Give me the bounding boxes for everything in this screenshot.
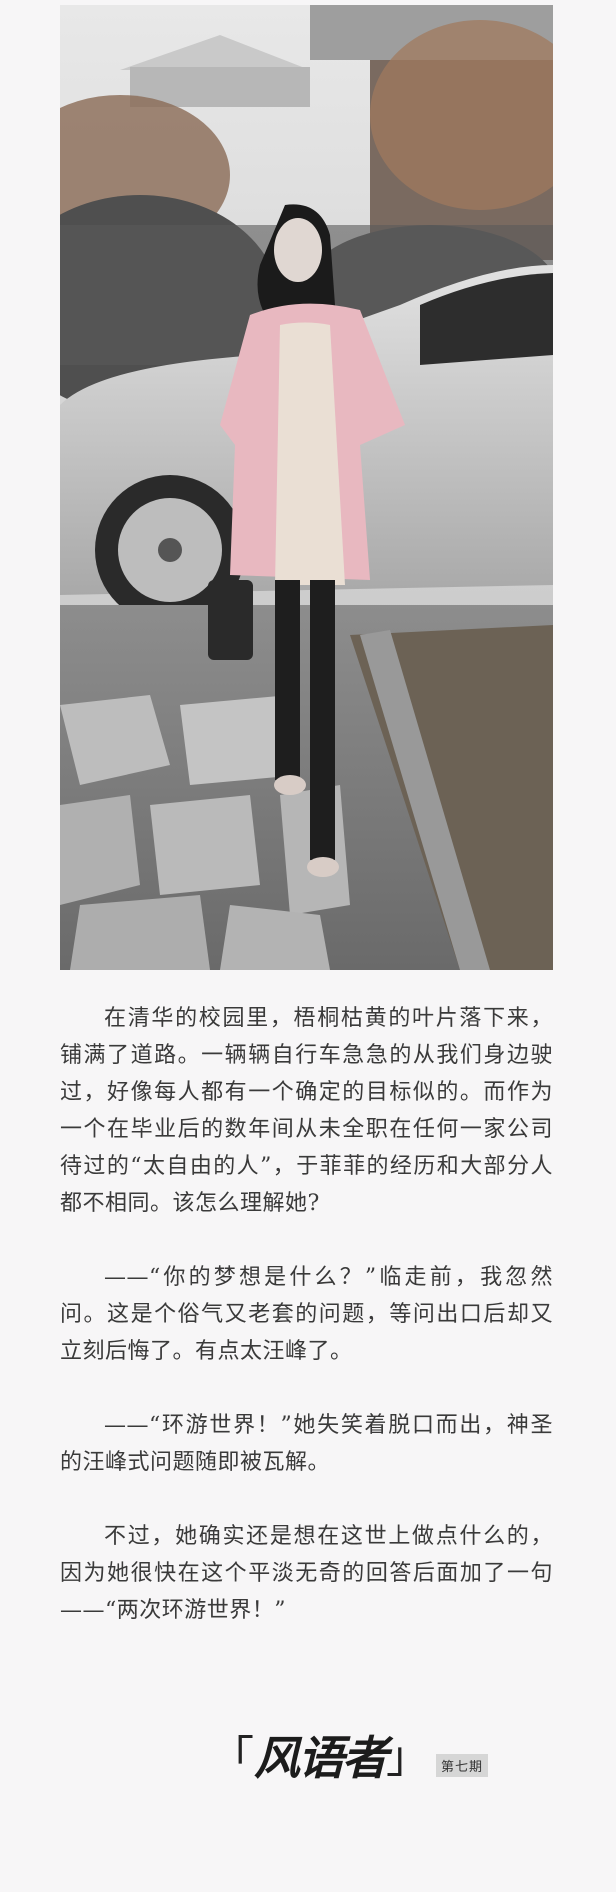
article-body: 在清华的校园里，梧桐枯黄的叶片落下来，铺满了道路。一辆辆自行车急急的从我们身边驶…: [60, 1000, 553, 1666]
issue-badge: 第七期: [436, 1753, 489, 1777]
cover-photo: [60, 5, 553, 970]
logo-bracket-close: 」: [386, 1732, 430, 1783]
portrait-photo-icon: [60, 5, 553, 970]
logo-text: 风语者: [254, 1731, 388, 1785]
article-paragraph: 不过，她确实还是想在这世上做点什么的，因为她很快在这个平淡无奇的回答后面加了一句…: [60, 1524, 553, 1623]
column-logo: 「 风语者 」 第七期: [210, 1728, 489, 1788]
article-paragraph: ——“环游世界！”她失笑着脱口而出，神圣的汪峰式问题随即被瓦解。: [60, 1413, 553, 1475]
article-paragraph: ——“你的梦想是什么？”临走前，我忽然问。这是个俗气又老套的问题，等问出口后却又…: [60, 1265, 553, 1364]
article-paragraph: 在清华的校园里，梧桐枯黄的叶片落下来，铺满了道路。一辆辆自行车急急的从我们身边驶…: [60, 1006, 553, 1216]
logo-bracket-open: 「: [210, 1732, 254, 1783]
